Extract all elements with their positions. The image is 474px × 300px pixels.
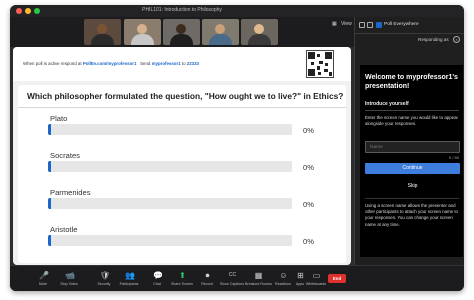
option-label: Socrates [50, 151, 80, 160]
breakout-rooms-button[interactable]: ▦ Breakout Rooms [245, 269, 272, 291]
toolbar-label: Chat [153, 282, 161, 286]
participant-video-tile[interactable] [163, 19, 200, 45]
participant-video-tile[interactable] [202, 19, 239, 45]
participant-video-tile[interactable] [241, 19, 278, 45]
name-char-counter: 0 / 50 [449, 155, 460, 160]
captions-icon: CC [228, 272, 237, 278]
toolbar-label: Mute [39, 282, 47, 286]
option-label: Aristotle [50, 225, 78, 234]
option-percent: 0% [303, 126, 314, 135]
toolbar-label: Breakout Rooms [245, 282, 272, 286]
record-icon: ⏺ [205, 271, 210, 280]
option-bar [48, 124, 292, 135]
zoom-window: PHIL101: Introduction to Philosophy ▦ Vi… [10, 5, 464, 291]
app-home-icon[interactable] [367, 22, 373, 28]
record-button[interactable]: ⏺ Record [194, 269, 220, 291]
divider [365, 198, 459, 199]
view-button[interactable]: View [341, 21, 352, 27]
option-percent: 0% [303, 237, 314, 246]
divider [18, 107, 346, 108]
share-screen-icon: ⬆ [179, 271, 186, 280]
participant-video-tile[interactable] [84, 19, 121, 45]
poll-everywhere-sidebar: Poll Everywhere Responding as × Welcome … [354, 17, 464, 265]
participants-icon: 👥 [125, 271, 135, 280]
send-to-text: to [181, 61, 186, 66]
share-screen-button[interactable]: ⬆ Share Screen [169, 269, 195, 291]
toolbar-label: Whiteboards [305, 282, 327, 286]
shared-screen: When poll is active respond at PollEv.co… [10, 47, 354, 265]
question-card: Which philosopher formulated the questio… [18, 85, 346, 263]
chat-icon: 💬 [153, 271, 163, 280]
send-text: Send [140, 61, 151, 66]
toolbar-label: Show Captions [219, 282, 245, 286]
welcome-title: Welcome to myprofessor1's presentation! [365, 74, 458, 90]
send-number: 22333 [186, 61, 199, 66]
screen-name-note: Using a screen name allows the presenter… [365, 203, 458, 227]
option-label: Parmenides [50, 188, 91, 197]
responding-as-label[interactable]: Responding as [418, 37, 449, 42]
sidebar-header: Poll Everywhere [355, 17, 464, 34]
grid-view-icon[interactable]: ▦ [332, 21, 337, 27]
end-meeting-button[interactable]: End [328, 274, 346, 283]
toolbar-label: Participants [119, 282, 139, 286]
microphone-icon: 🎤 [39, 271, 49, 280]
continue-button[interactable]: Continue [365, 163, 460, 174]
option-label: Plato [50, 114, 68, 123]
option-percent: 0% [303, 163, 314, 172]
qr-code [306, 50, 334, 78]
poll-slide: When poll is active respond at PollEv.co… [13, 47, 351, 265]
toolbar-label: Share Screen [171, 282, 193, 286]
intro-description: Enter the screen name you would like to … [365, 115, 458, 127]
option-bar [48, 235, 292, 246]
chat-button[interactable]: 💬 Chat [144, 269, 170, 291]
toolbar-label: Stop Video [60, 282, 78, 286]
poll-header: When poll is active respond at PollEv.co… [13, 47, 351, 81]
skip-button[interactable]: Skip [365, 181, 460, 191]
shield-icon: 🛡 [100, 271, 111, 280]
toolbar-label: Security [97, 282, 111, 286]
welcome-panel: Welcome to myprofessor1's presentation! … [360, 65, 463, 257]
close-icon[interactable]: × [453, 36, 460, 43]
show-captions-button[interactable]: CC Show Captions [219, 269, 245, 291]
responding-as-row: Responding as × [355, 34, 464, 45]
video-camera-icon: 📹 [65, 271, 75, 280]
poll-url-link[interactable]: PollEv.com/myprofessor1 [83, 61, 137, 66]
breakout-icon: ▦ [254, 271, 263, 280]
security-button[interactable]: 🛡 Security [91, 269, 117, 291]
mute-button[interactable]: 🎤 Mute [30, 269, 56, 291]
whiteboards-button[interactable]: ▭ Whiteboards [303, 269, 329, 291]
participant-video-tile[interactable] [124, 19, 161, 45]
participant-video-strip [84, 17, 280, 47]
stop-video-button[interactable]: 📹 Stop Video [56, 269, 82, 291]
window-title: PHIL101: Introduction to Philosophy [142, 7, 222, 13]
whiteboard-icon: ▭ [312, 271, 321, 280]
intro-heading: Introduce yourself [365, 101, 409, 107]
meeting-toolbar: 🎤 Mute 📹 Stop Video 🛡 Security 👥 Partici… [10, 265, 464, 291]
app-back-icon[interactable] [359, 22, 365, 28]
app-title: Poll Everywhere [384, 22, 419, 27]
option-bar [48, 161, 292, 172]
option-percent: 0% [303, 200, 314, 209]
divider [365, 110, 459, 111]
title-bar: PHIL101: Introduction to Philosophy [10, 5, 464, 17]
poll-question: Which philosopher formulated the questio… [27, 91, 344, 101]
option-bar [48, 198, 292, 209]
participants-button[interactable]: 👥 Participants [116, 269, 142, 291]
poll-instructions: When poll is active respond at PollEv.co… [23, 61, 199, 66]
toolbar-label: Record [201, 282, 213, 286]
instruction-text: When poll is active respond at [23, 61, 82, 66]
screen-name-input[interactable] [365, 141, 460, 153]
send-code: myprofessor1 [151, 61, 181, 66]
poll-everywhere-logo-icon [376, 22, 382, 28]
